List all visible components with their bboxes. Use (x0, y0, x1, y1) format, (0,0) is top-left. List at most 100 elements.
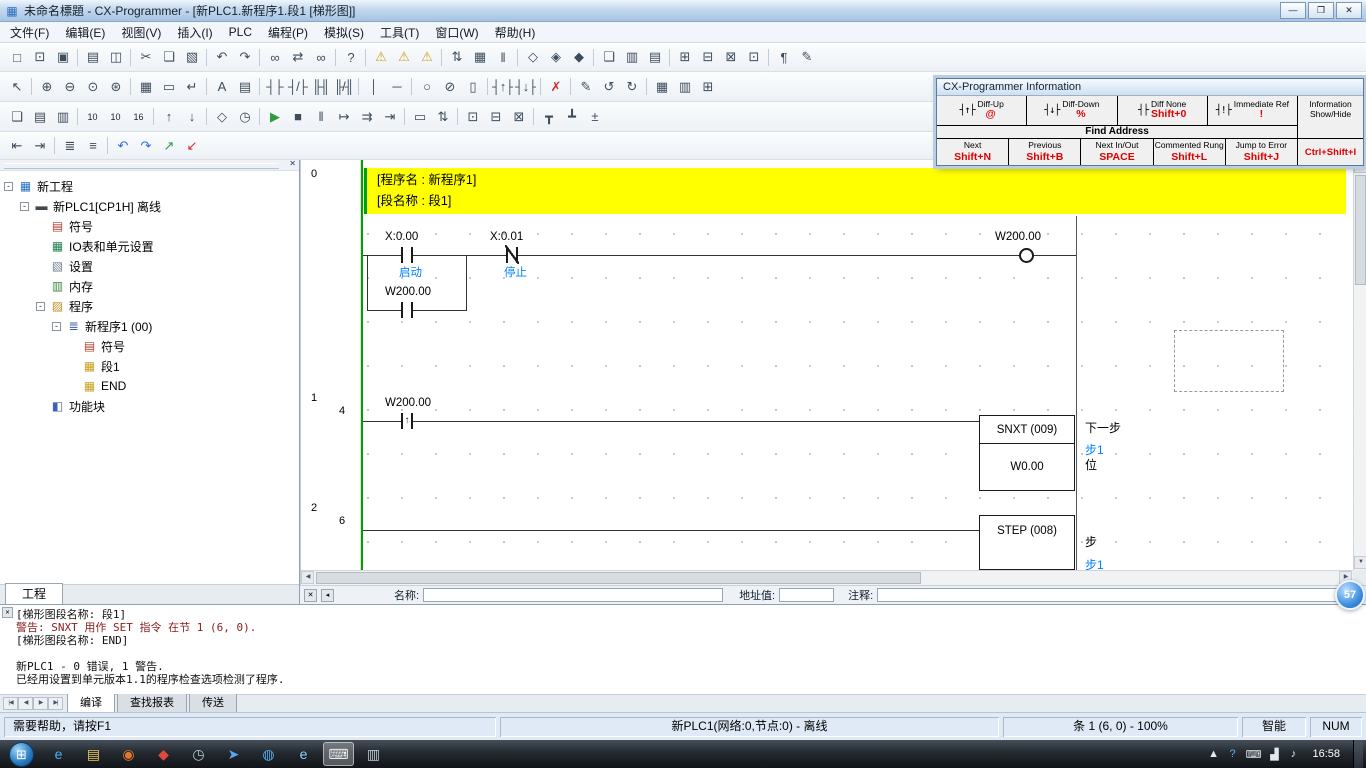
delete-icon[interactable]: ✗ (544, 76, 567, 97)
grid-width-icon[interactable]: 10 (81, 106, 104, 127)
menu-simulation[interactable]: 模拟(S) (316, 21, 372, 44)
tree-item-programs[interactable]: - ▨ 程序 (0, 296, 299, 316)
new-instruction-icon[interactable]: ▯ (461, 76, 484, 97)
delete-row-icon[interactable]: ┻ (560, 106, 583, 127)
vertical-line-icon[interactable]: │ (362, 76, 385, 97)
close-button[interactable]: ✕ (1336, 2, 1362, 19)
menu-file[interactable]: 文件(F) (2, 21, 57, 44)
tree-item-section1[interactable]: ▦ 段1 (0, 356, 299, 376)
new-icon[interactable]: □ (5, 47, 28, 68)
taskbar-clock[interactable]: 16:58 (1306, 748, 1346, 760)
new-or-contact-icon[interactable]: ╟╢ (309, 76, 332, 97)
start-button[interactable]: ⊞ (9, 742, 34, 767)
transfer-changes-icon[interactable]: ⇅ (431, 106, 454, 127)
work-online-icon[interactable]: ⇅ (445, 47, 468, 68)
snxt-operand[interactable]: W0.00 (980, 444, 1074, 490)
grid-width2-icon[interactable]: 10 (104, 106, 127, 127)
tile-horizontal-icon[interactable]: ▥ (620, 47, 643, 68)
show-comments-icon[interactable]: ¶ (772, 47, 795, 68)
symbol-name-icon[interactable]: A (210, 76, 233, 97)
copy-icon[interactable]: ❏ (157, 47, 180, 68)
diff-up-contact-icon[interactable]: ┤↑├ (491, 76, 514, 97)
output-nav-next[interactable]: ▶ (33, 697, 48, 710)
tree-item-program-symbols[interactable]: ▤ 符号 (0, 336, 299, 356)
rung1-snxt-instruction[interactable]: SNXT (009) W0.00 (979, 415, 1075, 491)
split-horizontal-icon[interactable]: ▤ (28, 106, 51, 127)
media-player-icon[interactable]: ◉ (113, 742, 144, 766)
menu-help[interactable]: 帮助(H) (487, 21, 544, 44)
explorer-icon[interactable]: ▤ (78, 742, 109, 766)
output-close-icon[interactable]: ✕ (2, 607, 13, 618)
redo-icon[interactable]: ↷ (233, 47, 256, 68)
monitor-window3-icon[interactable]: ⊠ (507, 106, 530, 127)
rung2-step-instruction[interactable]: STEP (008) (979, 515, 1075, 570)
zoom-100-icon[interactable]: ⊙ (81, 76, 104, 97)
menu-edit[interactable]: 编辑(E) (57, 21, 113, 44)
symbolbar-close-icon[interactable]: ✕ (304, 589, 317, 602)
tray-expand-icon[interactable]: ▲ (1208, 748, 1220, 760)
set-marker-icon[interactable]: ◇ (210, 106, 233, 127)
replace-icon[interactable]: ⇄ (286, 47, 309, 68)
tree-expander-icon[interactable]: - (4, 182, 13, 191)
cut-icon[interactable]: ✂ (134, 47, 157, 68)
input-method-icon[interactable]: ▥ (358, 742, 389, 766)
tray-network-icon[interactable]: ▟ (1268, 748, 1280, 761)
split-vertical-icon[interactable]: ▥ (51, 106, 74, 127)
typing-app-icon[interactable]: ⌨ (323, 742, 354, 766)
pause-monitor-icon[interactable]: ‖ (491, 47, 514, 68)
scroll-down-icon[interactable]: ▼ (1354, 556, 1366, 569)
sim-run-to-cursor-icon[interactable]: ⇥ (378, 106, 401, 127)
ie-icon[interactable]: e (43, 742, 74, 766)
run-mode-icon[interactable]: ◆ (567, 47, 590, 68)
output-nav-first[interactable]: |◀ (3, 697, 18, 710)
tree-item-new-project[interactable]: - ▦ 新工程 (0, 176, 299, 196)
menu-tools[interactable]: 工具(T) (372, 21, 427, 44)
previous-rung-icon[interactable]: ↑ (157, 106, 180, 127)
workspace-grip[interactable]: ✕ (0, 160, 299, 171)
tree-item-end[interactable]: ▦ END (0, 376, 299, 396)
tray-ime-icon[interactable]: ⌨ (1246, 748, 1262, 761)
horizontal-line-icon[interactable]: ─ (385, 76, 408, 97)
clock-app-icon[interactable]: ◷ (183, 742, 214, 766)
rung0-output-coil[interactable] (1019, 248, 1034, 263)
align-compact-icon[interactable]: ≡ (81, 135, 104, 156)
symbolbar-pin-icon[interactable]: ◂ (321, 589, 334, 602)
menu-insert[interactable]: 插入(I) (169, 21, 220, 44)
compile-icon[interactable]: ⚠ (369, 47, 392, 68)
tab-find-report[interactable]: 查找报表 (117, 692, 187, 712)
tab-transfer[interactable]: 传送 (189, 692, 237, 712)
monitor-window2-icon[interactable]: ⊟ (484, 106, 507, 127)
browse-back-icon[interactable]: ↺ (597, 76, 620, 97)
browse-forward-icon[interactable]: ↻ (620, 76, 643, 97)
tree-expander-icon[interactable]: - (20, 202, 29, 211)
info-window-title[interactable]: CX-Programmer Information (937, 79, 1363, 96)
rung-comment-icon[interactable]: ▭ (157, 76, 180, 97)
help-icon[interactable]: ? (339, 47, 362, 68)
tree-item-new-plc1[interactable]: - ▬ 新PLC1[CP1H] 离线 (0, 196, 299, 216)
wrap-rung-icon[interactable]: ↵ (180, 76, 203, 97)
compile-all-icon[interactable]: ⚠ (392, 47, 415, 68)
watch-add-icon[interactable]: ⊞ (696, 76, 719, 97)
sim-stop-icon[interactable]: ■ (286, 106, 309, 127)
program-check-icon[interactable]: ⚠ (415, 47, 438, 68)
save-icon[interactable]: ▣ (51, 47, 74, 68)
minimize-button[interactable]: — (1280, 2, 1306, 19)
online-edit-icon[interactable]: ▭ (408, 106, 431, 127)
tray-volume-icon[interactable]: ♪ (1287, 748, 1299, 760)
menu-view[interactable]: 视图(V) (113, 21, 169, 44)
output-nav-prev[interactable]: ◀ (18, 697, 33, 710)
undo-icon[interactable]: ↶ (210, 47, 233, 68)
address-field[interactable] (779, 588, 834, 602)
follow-input-icon[interactable]: ↙ (180, 135, 203, 156)
tree-item-new-program1[interactable]: - ≣ 新程序1 (00) (0, 316, 299, 336)
maximize-button[interactable]: ❐ (1308, 2, 1334, 19)
rung0-contact1[interactable] (401, 247, 413, 263)
scroll-left-icon[interactable]: ◀ (301, 571, 314, 584)
messenger-icon[interactable]: ➤ (218, 742, 249, 766)
zoom-fit-icon[interactable]: ⊛ (104, 76, 127, 97)
horizontal-scrollbar[interactable]: ◀ ▶ (301, 570, 1353, 585)
edit-rung-icon[interactable]: ✎ (574, 76, 597, 97)
print-preview-icon[interactable]: ◫ (104, 47, 127, 68)
sim-pause-icon[interactable]: ‖ (309, 106, 332, 127)
workspace-close-icon[interactable]: ✕ (289, 159, 296, 168)
